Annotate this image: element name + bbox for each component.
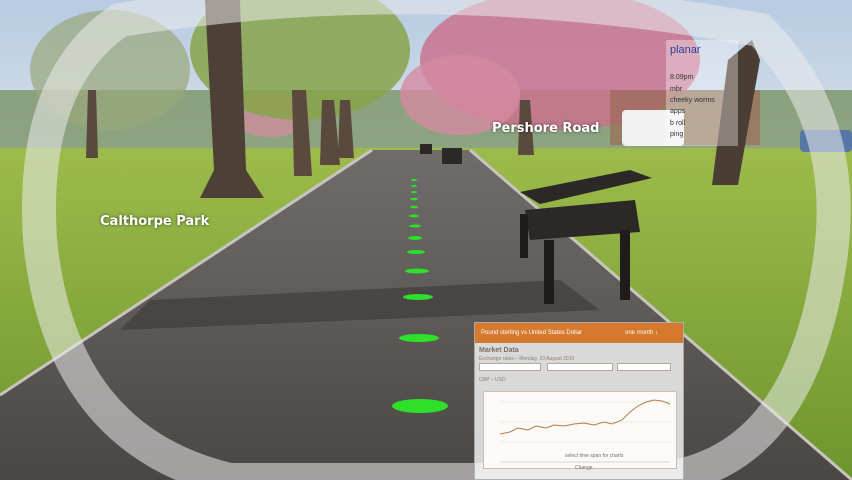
status-line: 8.09pm: [670, 74, 694, 81]
status-line: b roll: [670, 120, 686, 127]
tree-trunk-5: [86, 90, 98, 158]
change-label: Change: [575, 465, 593, 471]
status-line: mbr: [670, 86, 683, 93]
status-line: apps: [670, 108, 686, 115]
currency-from-field[interactable]: [479, 363, 541, 371]
rate-line: [499, 399, 671, 435]
amount-field[interactable]: [617, 363, 671, 371]
bench-far: [442, 148, 462, 164]
time-span-dropdown[interactable]: one month ↓: [625, 330, 658, 336]
market-heading: Market Data: [479, 347, 519, 354]
bench-far-2: [420, 144, 432, 154]
status-line: ping: [670, 131, 684, 138]
place-label-road: Pershore Road: [492, 121, 600, 136]
market-tab-line: GBP – USD: [479, 377, 506, 383]
place-label-park: Calthorpe Park: [100, 214, 210, 229]
time-span-note: select time span for charts: [565, 453, 624, 459]
market-data-window[interactable]: Pound sterling vs United States Dollar o…: [474, 322, 684, 480]
market-subtitle: Exchange rates – Monday, 23 August 2010: [479, 356, 575, 362]
status-line: cheeky worms: [670, 97, 715, 104]
status-panel: planar 8.09pm mbr cheeky worms apps b ro…: [666, 40, 738, 146]
status-title: planar: [670, 44, 701, 56]
market-title: Pound sterling vs United States Dollar: [481, 330, 583, 336]
currency-to-field[interactable]: [547, 363, 613, 371]
market-title-bar: Pound sterling vs United States Dollar o…: [475, 323, 683, 343]
